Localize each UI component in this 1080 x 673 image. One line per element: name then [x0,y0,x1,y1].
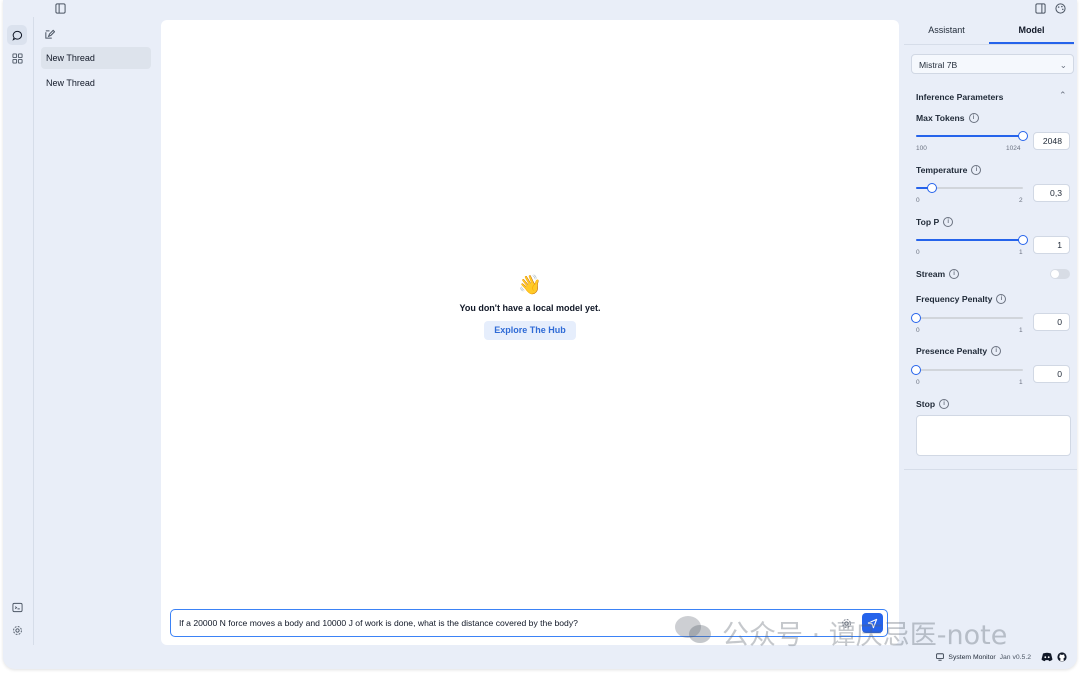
new-thread-icon[interactable] [42,27,56,41]
model-select[interactable]: Mistral 7B ⌄ [911,54,1074,74]
frequency-penalty-slider[interactable] [911,313,1023,323]
slider-min-label: 0 [916,379,920,386]
toggle-left-panel-icon[interactable] [53,1,67,15]
info-icon[interactable]: i [939,398,950,409]
info-icon[interactable]: i [996,293,1007,304]
discord-icon[interactable] [1041,652,1053,662]
settings-panel: Assistant Model Mistral 7B ⌄ Inference P… [904,17,1077,645]
slider-max-label: 1024 [1006,145,1021,152]
hub-grid-icon[interactable] [10,51,24,65]
explore-hub-button[interactable]: Explore The Hub [484,321,576,340]
frequency-penalty-input[interactable]: 0 [1033,313,1070,331]
chevron-down-icon: ⌄ [1059,60,1067,70]
tab-assistant[interactable]: Assistant [904,17,989,44]
slider-min-label: 0 [916,197,920,204]
slider-thumb[interactable] [927,183,938,193]
temperature-input[interactable]: 0,3 [1033,184,1070,202]
temperature-label: Temperature i [916,164,982,176]
top-p-slider[interactable] [916,235,1028,245]
chat-icon[interactable] [10,28,24,42]
stop-label: Stop i [916,398,950,410]
inference-parameters-title: Inference Parameters [916,92,1004,102]
slider-min-label: 0 [916,327,920,334]
tab-model[interactable]: Model [989,17,1074,44]
thread-list: New Thread New Thread [33,17,158,645]
status-footer: System Monitor Jan v0.5.2 [936,652,1067,662]
waving-hand-emoji: 👋 [518,275,542,296]
model-select-value: Mistral 7B [919,60,958,70]
info-icon[interactable]: i [991,345,1002,356]
presence-penalty-input[interactable]: 0 [1033,365,1070,383]
github-icon[interactable] [1057,652,1067,662]
info-icon[interactable]: i [968,112,979,123]
top-p-input[interactable]: 1 [1033,236,1070,254]
slider-thumb[interactable] [911,365,921,375]
slider-max-label: 1 [1019,249,1023,256]
max-tokens-input[interactable]: 2048 [1033,132,1070,150]
title-bar [3,0,1077,17]
presence-penalty-slider[interactable] [911,365,1023,375]
top-p-label: Top Pi [916,216,954,228]
slider-thumb[interactable] [1018,131,1028,141]
palette-icon[interactable] [1053,1,1067,15]
slider-min-label: 0 [916,249,920,256]
terminal-icon[interactable] [10,600,24,614]
max-tokens-slider[interactable] [916,131,1028,141]
info-icon[interactable]: i [943,216,954,227]
thread-item[interactable]: New Thread [41,47,151,69]
presence-penalty-label: Presence Penalty i [916,345,1002,357]
monitor-icon [936,653,945,661]
info-icon[interactable]: i [971,164,982,175]
settings-gear-icon[interactable] [10,623,24,637]
info-icon[interactable]: i [949,268,960,279]
panel-tabs: Assistant Model [904,17,1074,45]
stream-toggle[interactable] [1050,269,1070,279]
thread-item[interactable]: New Thread [41,72,151,94]
app-window: New Thread New Thread 👋 You don't have a… [3,0,1077,669]
frequency-penalty-label: Frequency Penalty i [916,293,1007,305]
panel-divider [904,469,1077,470]
toggle-right-panel-icon[interactable] [1033,1,1047,15]
slider-min-label: 100 [916,145,927,152]
wechat-watermark-icon [675,616,711,643]
system-monitor-link[interactable]: System Monitor [948,654,995,661]
stream-label: Stream i [916,268,960,280]
left-rail [3,17,31,669]
slider-max-label: 1 [1019,327,1023,334]
slider-max-label: 1 [1019,379,1023,386]
slider-thumb[interactable] [911,313,921,323]
stop-textarea[interactable] [916,415,1071,456]
empty-state: 👋 You don't have a local model yet. Expl… [161,275,899,340]
empty-message: You don't have a local model yet. [459,303,601,313]
max-tokens-label: Max Tokens i [916,112,979,124]
chat-area: 👋 You don't have a local model yet. Expl… [161,20,899,645]
slider-max-label: 2 [1019,197,1023,204]
slider-thumb[interactable] [1018,235,1028,245]
chevron-up-icon[interactable]: ⌃ [1059,90,1067,101]
version-label: Jan v0.5.2 [999,653,1031,661]
temperature-slider[interactable] [916,183,1023,193]
